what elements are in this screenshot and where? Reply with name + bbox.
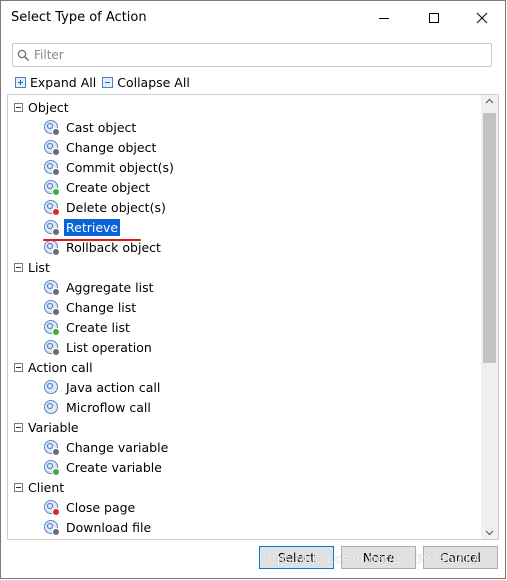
tree-item-retrieve[interactable]: Retrieve — [44, 217, 121, 237]
tree-group-variable[interactable]: Variable — [8, 417, 79, 437]
tree-item-label: Commit object(s) — [66, 159, 174, 175]
maximize-button[interactable] — [411, 1, 457, 35]
collapse-all-button[interactable]: Collapse All — [102, 75, 190, 90]
action-icon — [44, 440, 60, 456]
expand-all-button[interactable]: Expand All — [15, 75, 96, 90]
tree-item-label: Rollback object — [66, 239, 161, 255]
filter-field[interactable] — [12, 43, 492, 67]
tree-group-action-call[interactable]: Action call — [8, 357, 93, 377]
tree-item-label: List operation — [66, 339, 152, 355]
title-bar[interactable]: Select Type of Action — [1, 1, 505, 35]
tree-item-change-variable[interactable]: Change variable — [44, 437, 170, 457]
action-icon — [44, 460, 60, 476]
search-icon — [17, 49, 30, 62]
action-icon — [44, 340, 60, 356]
action-tree: Object Cast object Change object Commit obj… — [7, 94, 499, 540]
tree-item-label: Aggregate list — [66, 279, 154, 295]
close-icon — [476, 12, 488, 24]
tree-group-object[interactable]: Object — [8, 97, 69, 117]
tree-toolbar: Expand All Collapse All — [15, 74, 196, 90]
tree-item-create-variable[interactable]: Create variable — [44, 457, 164, 477]
window-title: Select Type of Action — [11, 10, 147, 25]
tree-item-create-list[interactable]: Create list — [44, 317, 132, 337]
tree-group-list[interactable]: List — [8, 257, 50, 277]
tree-item-label: Change list — [66, 299, 137, 315]
tree-item-label: Retrieve — [64, 218, 121, 236]
tree-group-label: Variable — [28, 419, 79, 435]
action-icon — [44, 240, 60, 256]
tree-item-label: Download file — [66, 519, 152, 535]
tree-item-download-file[interactable]: Download file — [44, 517, 153, 537]
action-icon — [44, 400, 58, 414]
tree-item-microflow-call[interactable]: Microflow call — [44, 397, 153, 417]
tree-item-label: Create list — [66, 319, 130, 335]
tree-group-client[interactable]: Client — [8, 477, 64, 497]
action-icon — [44, 320, 60, 336]
collapse-all-label: Collapse All — [117, 74, 190, 90]
minimize-icon — [379, 18, 389, 19]
tree-item-label: Create variable — [66, 459, 162, 475]
action-icon — [44, 140, 60, 156]
expand-icon — [15, 76, 26, 88]
action-icon — [44, 200, 60, 216]
action-icon — [44, 500, 60, 516]
tree-group-label: Object — [28, 99, 69, 115]
tree-item-label: Microflow call — [66, 399, 151, 415]
tree-item-close-page[interactable]: Close page — [44, 497, 137, 517]
tree-item-java-action-call[interactable]: Java action call — [44, 377, 162, 397]
action-icon — [44, 380, 58, 394]
tree-item-delete-object-s[interactable]: Delete object(s) — [44, 197, 168, 217]
tree-item-label: Change object — [66, 139, 157, 155]
select-action-dialog: Select Type of Action Expand All Collaps… — [0, 0, 506, 579]
collapse-toggle-icon[interactable] — [14, 262, 23, 272]
action-icon — [44, 120, 60, 136]
scroll-up-icon[interactable] — [485, 98, 494, 104]
close-button[interactable] — [459, 1, 505, 35]
collapse-toggle-icon[interactable] — [14, 422, 23, 432]
tree-item-list-operation[interactable]: List operation — [44, 337, 154, 357]
action-icon — [44, 520, 60, 536]
collapse-toggle-icon[interactable] — [14, 102, 23, 112]
collapse-icon — [102, 76, 114, 88]
action-icon — [44, 220, 60, 236]
tree-item-label: Create object — [66, 179, 151, 195]
tree-scrollbar[interactable] — [481, 95, 498, 539]
filter-input[interactable] — [34, 46, 474, 64]
tree-item-commit-object-s[interactable]: Commit object(s) — [44, 157, 176, 177]
action-icon — [44, 280, 60, 296]
collapse-toggle-icon[interactable] — [14, 482, 23, 492]
retrieve-underline-annotation — [43, 239, 141, 241]
tree-group-label: Client — [28, 479, 65, 495]
maximize-icon — [429, 13, 439, 23]
tree-item-label: Close page — [66, 499, 136, 515]
collapse-toggle-icon[interactable] — [14, 362, 23, 372]
tree-item-change-object[interactable]: Change object — [44, 137, 158, 157]
tree-item-change-list[interactable]: Change list — [44, 297, 138, 317]
minimize-button[interactable] — [361, 1, 407, 35]
tree-item-label: Delete object(s) — [66, 199, 166, 215]
tree-item-label: Cast object — [66, 119, 137, 135]
action-icon — [44, 160, 60, 176]
tree-item-create-object[interactable]: Create object — [44, 177, 152, 197]
tree-item-label: Java action call — [66, 379, 161, 395]
expand-all-label: Expand All — [30, 74, 97, 90]
tree-item-aggregate-list[interactable]: Aggregate list — [44, 277, 156, 297]
tree-item-cast-object[interactable]: Cast object — [44, 117, 138, 137]
scrollbar-thumb[interactable] — [483, 113, 496, 363]
tree-group-label: Action call — [28, 359, 93, 375]
tree-item-label: Change variable — [66, 439, 169, 455]
watermark: https://blog.csdn.net/qq_39346017 — [259, 551, 479, 566]
action-icon — [44, 300, 60, 316]
action-icon — [44, 180, 60, 196]
scroll-down-icon[interactable] — [485, 530, 494, 536]
tree-group-label: List — [28, 259, 50, 275]
